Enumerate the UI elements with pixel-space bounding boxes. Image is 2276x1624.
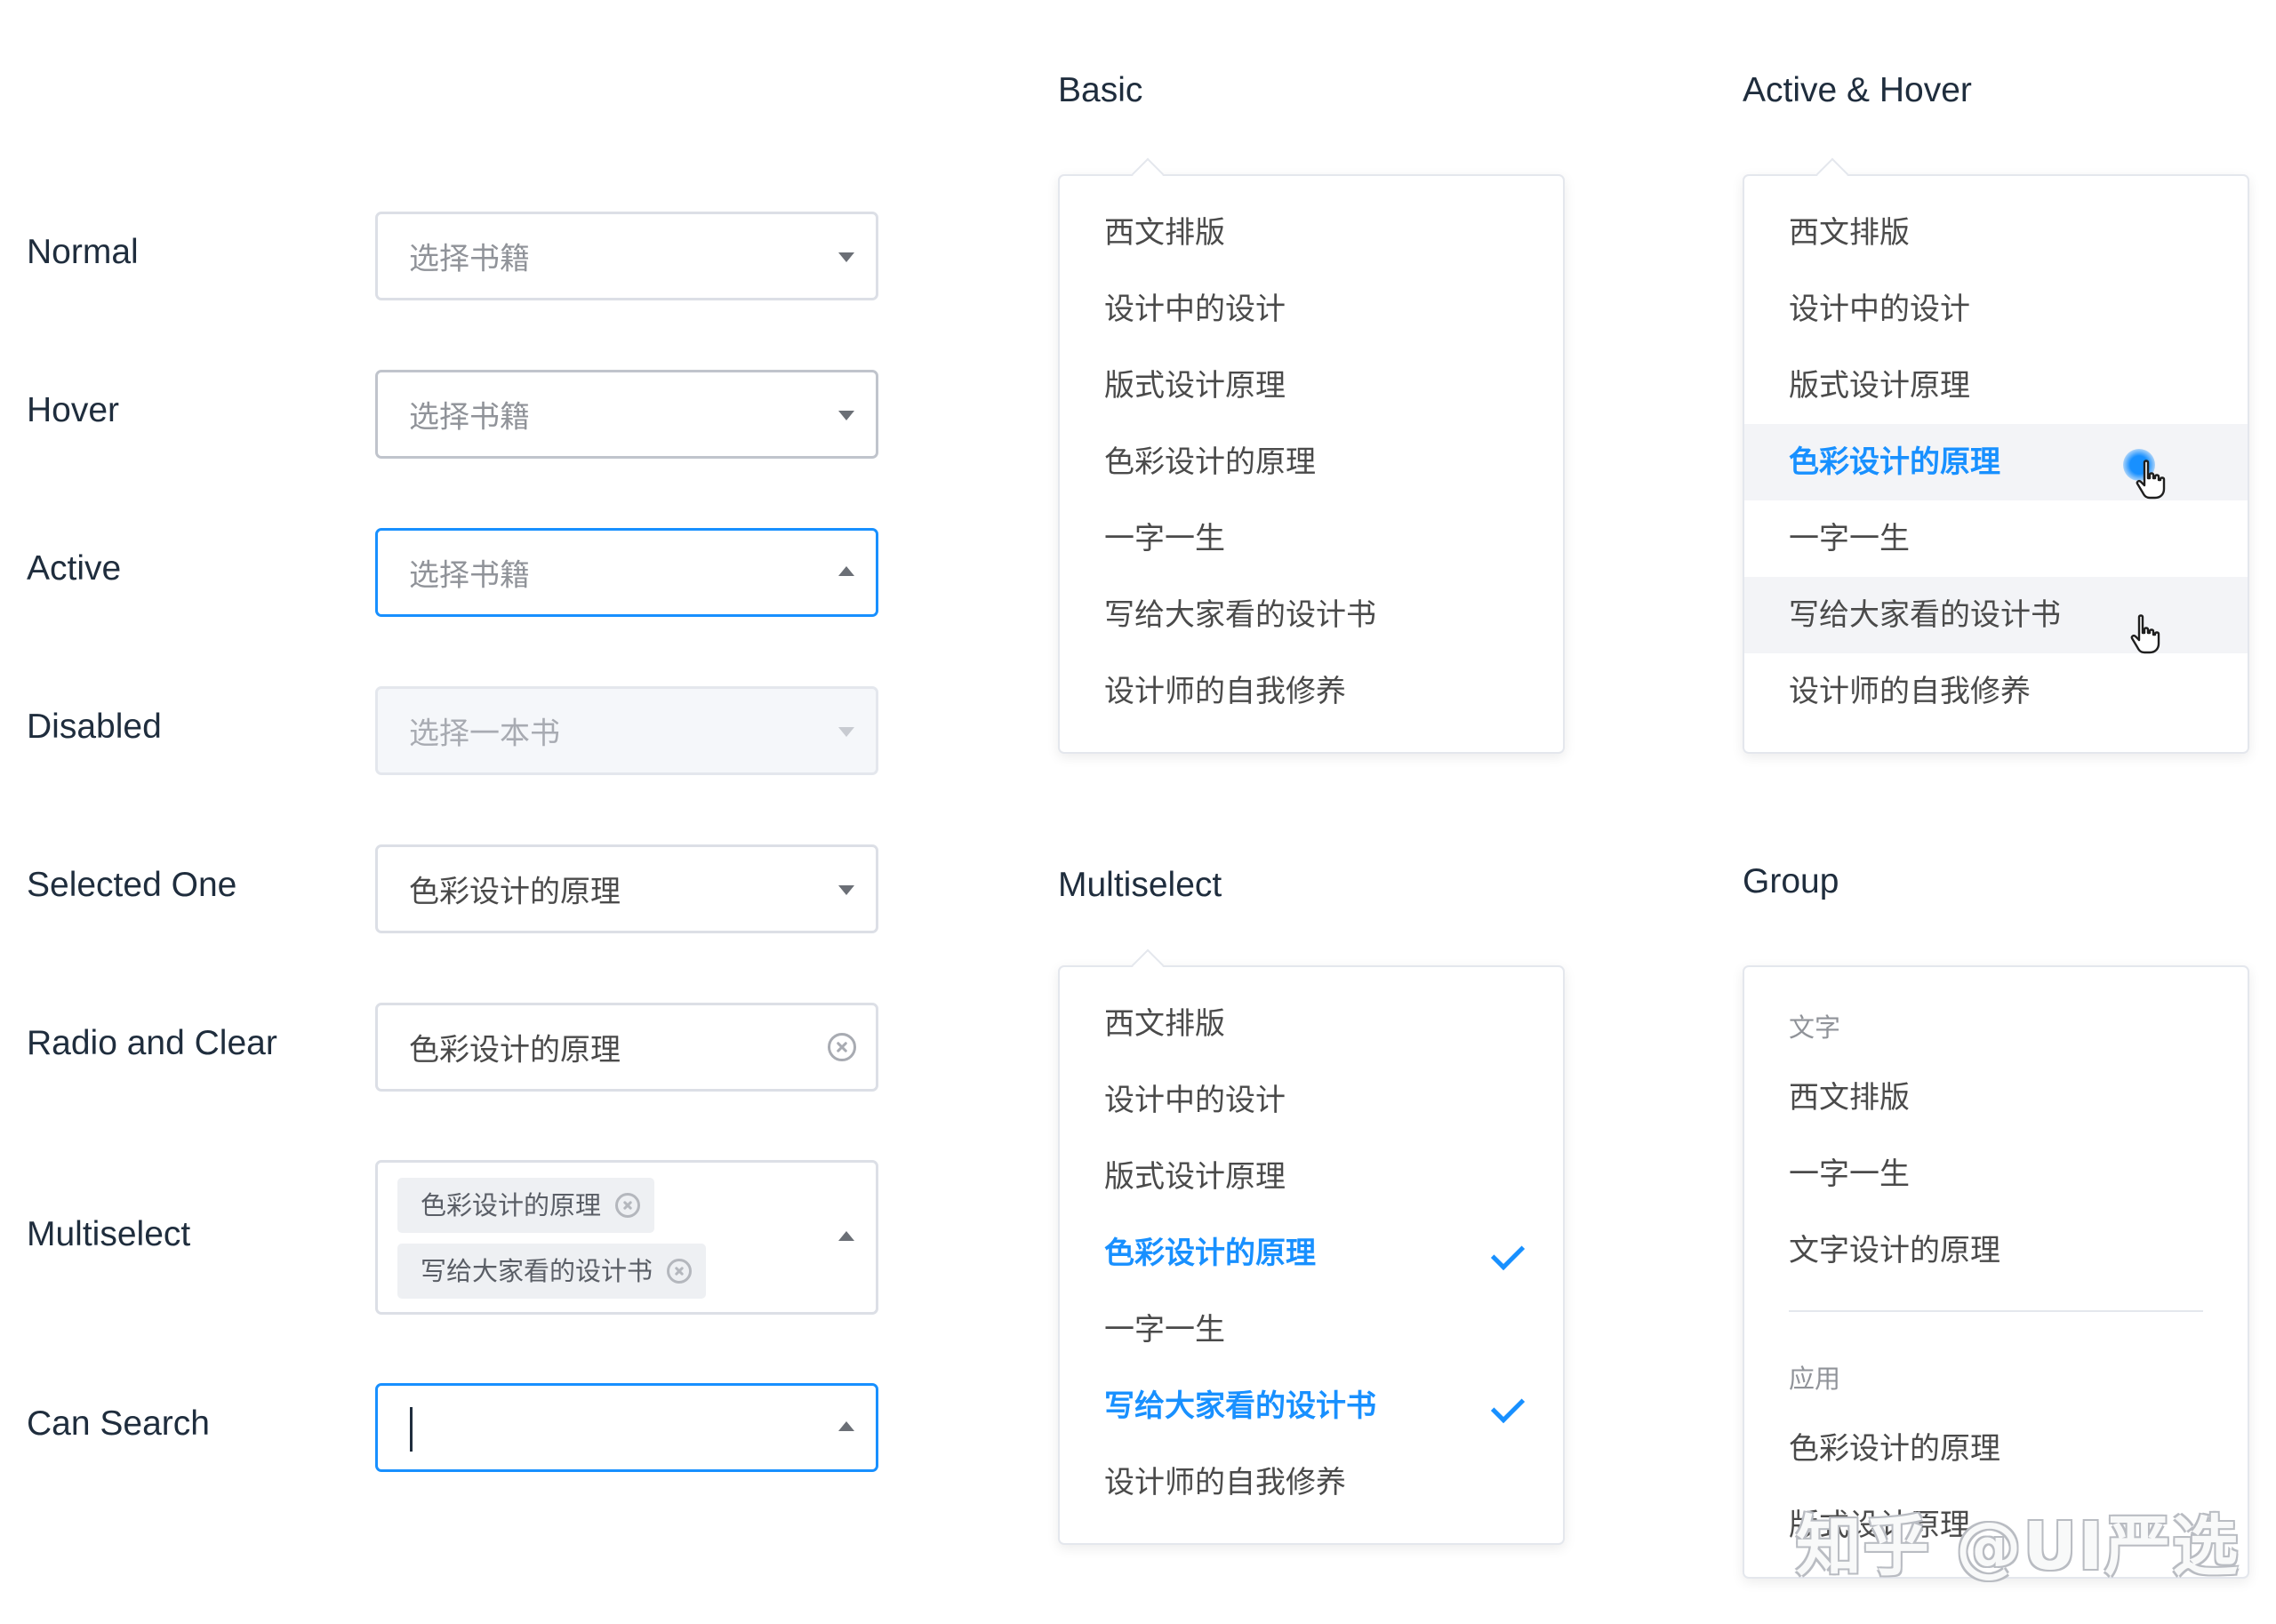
- dropdown-option[interactable]: 设计中的设计: [1744, 271, 2248, 348]
- tag-label: 色彩设计的原理: [421, 1190, 602, 1220]
- dropdown-option[interactable]: 一字一生: [1744, 1136, 2248, 1212]
- active-select[interactable]: 选择书籍: [375, 528, 878, 617]
- group-label: 文字: [1789, 1012, 1841, 1043]
- multiselect-label: Multiselect: [27, 1215, 191, 1253]
- radio-clear-select[interactable]: 色彩设计的原理: [375, 1003, 878, 1092]
- dropdown-option-selected[interactable]: 写给大家看的设计书: [1060, 1368, 1563, 1444]
- popover-arrow: [1131, 948, 1165, 982]
- hand-cursor-icon: [2130, 614, 2160, 654]
- radio-clear-label: Radio and Clear: [27, 1024, 277, 1062]
- hand-cursor-icon: [2136, 460, 2166, 500]
- select-placeholder: 选择一本书: [409, 716, 560, 752]
- multiselect-select[interactable]: 色彩设计的原理 写给大家看的设计书: [375, 1160, 878, 1315]
- multiselect-panel-title: Multiselect: [1058, 866, 1222, 904]
- dropdown-option[interactable]: 色彩设计的原理: [1744, 1411, 2248, 1487]
- selected-tag: 色彩设计的原理: [397, 1178, 655, 1233]
- caret-down-icon: [838, 727, 854, 737]
- tag-label: 写给大家看的设计书: [421, 1256, 653, 1286]
- group-divider: [1789, 1310, 2203, 1312]
- dropdown-option[interactable]: 设计师的自我修养: [1060, 653, 1563, 730]
- basic-dropdown: 西文排版 设计中的设计 版式设计原理 色彩设计的原理 一字一生 写给大家看的设计…: [1058, 157, 1565, 754]
- normal-label: Normal: [27, 233, 139, 271]
- popover-arrow: [1815, 967, 1849, 982]
- dropdown-option[interactable]: 一字一生: [1744, 500, 2248, 577]
- dropdown-option[interactable]: 设计师的自我修养: [1744, 653, 2248, 730]
- check-icon: [1490, 1388, 1526, 1424]
- dropdown-option[interactable]: 西文排版: [1744, 195, 2248, 271]
- select-value: 色彩设计的原理: [409, 874, 621, 910]
- normal-select[interactable]: 选择书籍: [375, 212, 878, 300]
- caret-up-icon: [838, 566, 854, 576]
- disabled-label: Disabled: [27, 708, 162, 746]
- group-dropdown: 文字 西文排版 一字一生 文字设计的原理 应用 色彩设计的原理 版式设计原理: [1743, 965, 2249, 1579]
- basic-panel-title: Basic: [1058, 71, 1143, 109]
- multiselect-dropdown: 西文排版 设计中的设计 版式设计原理 色彩设计的原理 一字一生 写给大家看的设计…: [1058, 948, 1565, 1545]
- popover-arrow: [1131, 157, 1165, 191]
- tag-close-icon[interactable]: [615, 1193, 641, 1218]
- dropdown-option[interactable]: 版式设计原理: [1744, 348, 2248, 424]
- disabled-select: 选择一本书: [375, 686, 878, 775]
- dropdown-option[interactable]: 设计师的自我修养: [1060, 1444, 1563, 1521]
- dropdown-option[interactable]: 写给大家看的设计书: [1060, 577, 1563, 653]
- hover-label: Hover: [27, 391, 120, 429]
- select-placeholder: 选择书籍: [409, 557, 530, 594]
- dropdown-option[interactable]: 西文排版: [1060, 986, 1563, 1062]
- option-label: 色彩设计的原理: [1104, 1236, 1316, 1271]
- dropdown-option-active[interactable]: 色彩设计的原理: [1744, 424, 2248, 500]
- selected-one-label: Selected One: [27, 866, 237, 904]
- active-hover-dropdown: 西文排版 设计中的设计 版式设计原理 色彩设计的原理 一字一生 写给大家看的设计…: [1743, 157, 2249, 754]
- active-label: Active: [27, 549, 122, 588]
- can-search-label: Can Search: [27, 1404, 210, 1443]
- dropdown-option[interactable]: 一字一生: [1060, 1292, 1563, 1368]
- dropdown-option[interactable]: 设计中的设计: [1060, 1062, 1563, 1139]
- caret-down-icon: [838, 411, 854, 420]
- dropdown-option[interactable]: 版式设计原理: [1060, 1139, 1563, 1215]
- selected-one-select[interactable]: 色彩设计的原理: [375, 844, 878, 933]
- caret-up-icon: [838, 1231, 854, 1241]
- select-placeholder: 选择书籍: [409, 399, 530, 436]
- check-icon: [1490, 1236, 1526, 1271]
- select-placeholder: 选择书籍: [409, 241, 530, 277]
- watermark: 知乎 @UI严选: [1796, 1508, 2240, 1585]
- search-select-input[interactable]: [375, 1383, 878, 1472]
- dropdown-option[interactable]: 文字设计的原理: [1744, 1212, 2248, 1289]
- caret-down-icon: [838, 885, 854, 895]
- popover-arrow: [1815, 157, 1849, 191]
- group-label: 应用: [1789, 1364, 1841, 1394]
- select-value: 色彩设计的原理: [409, 1032, 621, 1068]
- clear-icon[interactable]: [828, 1033, 856, 1061]
- dropdown-option[interactable]: 一字一生: [1060, 500, 1563, 577]
- caret-up-icon: [838, 1421, 854, 1431]
- dropdown-option-selected[interactable]: 色彩设计的原理: [1060, 1215, 1563, 1292]
- tag-close-icon[interactable]: [667, 1259, 693, 1284]
- option-label: 写给大家看的设计书: [1104, 1388, 1376, 1424]
- hover-select[interactable]: 选择书籍: [375, 370, 878, 459]
- dropdown-option[interactable]: 版式设计原理: [1060, 348, 1563, 424]
- text-cursor: [410, 1407, 413, 1452]
- group-panel-title: Group: [1743, 862, 1839, 900]
- selected-tag: 写给大家看的设计书: [397, 1244, 707, 1299]
- caret-down-icon: [838, 252, 854, 262]
- dropdown-option[interactable]: 色彩设计的原理: [1060, 424, 1563, 500]
- dropdown-option[interactable]: 西文排版: [1744, 1060, 2248, 1136]
- active-hover-panel-title: Active & Hover: [1743, 71, 1972, 109]
- dropdown-option-hover[interactable]: 写给大家看的设计书: [1744, 577, 2248, 653]
- dropdown-option[interactable]: 设计中的设计: [1060, 271, 1563, 348]
- dropdown-option[interactable]: 西文排版: [1060, 195, 1563, 271]
